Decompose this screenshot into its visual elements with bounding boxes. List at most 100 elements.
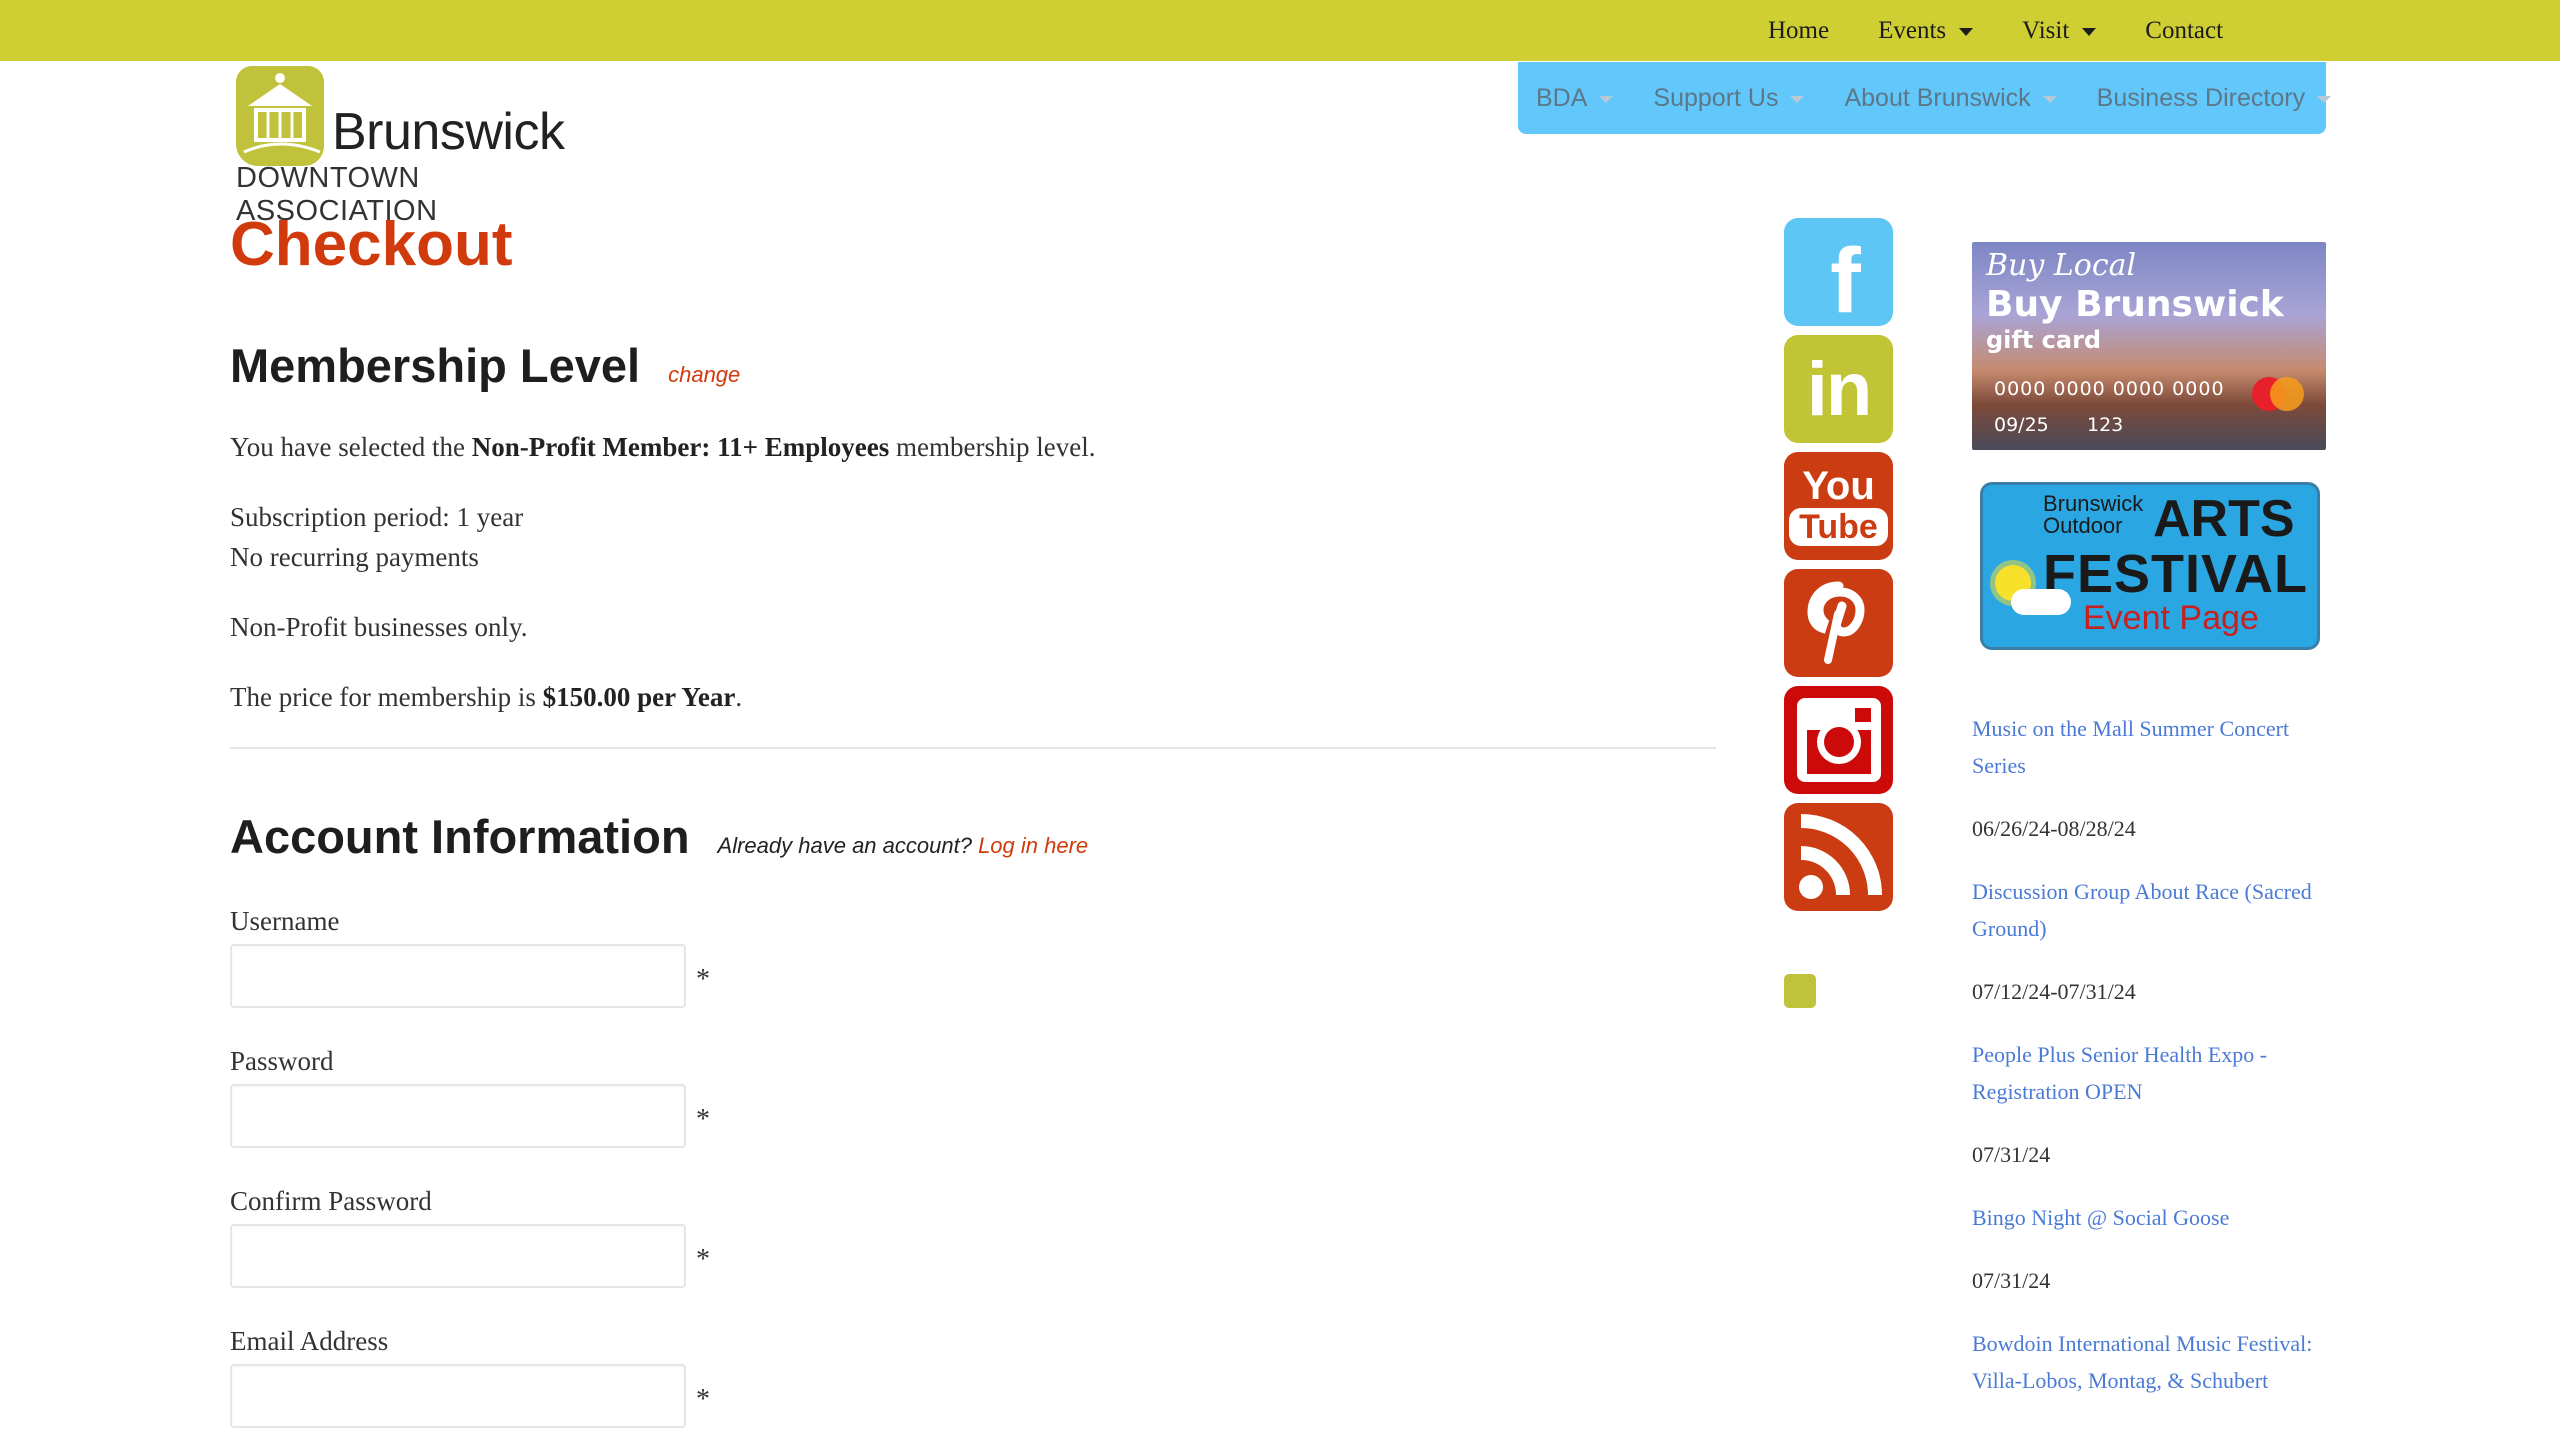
gift-card-number: 0000 0000 0000 0000	[1994, 378, 2225, 400]
account-form: Username * Password * Confirm Password *…	[230, 904, 1716, 1428]
gift-card-expiry: 09/25	[1994, 414, 2049, 436]
arts-festival-banner[interactable]: Brunswick Outdoor ARTS FESTIVAL Event Pa…	[1980, 482, 2320, 650]
password-field-group: Password *	[230, 1044, 1716, 1148]
nav-business-directory[interactable]: Business Directory	[2096, 83, 2332, 113]
email-input[interactable]	[230, 1364, 686, 1428]
caret-down-icon	[2317, 96, 2332, 103]
top-nav-events[interactable]: Events	[1878, 16, 1974, 45]
site-logo[interactable]: Brunswick DOWNTOWN ASSOCIATION	[232, 64, 592, 227]
account-heading: Account Information	[230, 810, 690, 863]
caret-down-icon	[1599, 96, 1614, 103]
mastercard-icon-overlap	[2270, 377, 2304, 411]
caret-down-icon	[2082, 28, 2097, 36]
top-nav-home-label: Home	[1768, 16, 1830, 44]
subscription-info: Subscription period: 1 year No recurring…	[230, 497, 1716, 577]
selected-prefix: You have selected the	[230, 432, 472, 462]
youtube-link[interactable]: You Tube	[1784, 452, 1893, 560]
event-item: Bowdoin International Music Festival: Vi…	[1972, 1325, 2326, 1399]
top-bar: Home Events Visit Contact	[0, 0, 2560, 61]
confirm-password-label: Confirm Password	[230, 1186, 432, 1216]
nav-support-us-label: Support Us	[1653, 83, 1779, 112]
email-field-group: Email Address *	[230, 1324, 1716, 1428]
logo-wordmark: Brunswick	[332, 103, 565, 161]
linkedin-icon: in	[1806, 346, 1873, 432]
event-item: Discussion Group About Race (Sacred Grou…	[1972, 873, 2326, 1010]
top-nav-visit-label: Visit	[2022, 16, 2070, 44]
gift-card-line2: Buy Brunswick	[1986, 284, 2284, 325]
cloud-icon	[2011, 589, 2071, 615]
rss-icon	[1798, 814, 1882, 899]
gift-card-line1: Buy Local	[1986, 248, 2137, 283]
youtube-icon-bottom: Tube	[1789, 508, 1888, 546]
password-input[interactable]	[230, 1084, 686, 1148]
selected-level-name: Non-Profit Member: 11+ Employees	[471, 432, 890, 462]
login-link[interactable]: Log in here	[978, 833, 1088, 858]
pinterest-icon	[1806, 581, 1865, 664]
event-title-link[interactable]: People Plus Senior Health Expo - Registr…	[1972, 1036, 2326, 1110]
rss-link[interactable]	[1784, 803, 1893, 911]
level-description: Non-Profit businesses only.	[230, 612, 528, 642]
gazebo-mini-icon	[1784, 974, 1816, 1008]
right-sidebar: Buy Local Buy Brunswick gift card 0000 0…	[1972, 242, 2326, 1399]
events-list: Music on the Mall Summer Concert Series …	[1972, 710, 2326, 1399]
instagram-link[interactable]	[1784, 686, 1893, 794]
username-input[interactable]	[230, 944, 686, 1008]
gift-card-line3: gift card	[1986, 326, 2102, 354]
membership-heading: Membership Level	[230, 339, 641, 392]
page-title: Checkout	[230, 210, 513, 279]
linkedin-link[interactable]: in	[1784, 335, 1893, 443]
username-field-group: Username *	[230, 904, 1716, 1008]
nav-about-brunswick[interactable]: About Brunswick	[1844, 83, 2057, 113]
top-nav: Home Events Visit Contact	[1768, 0, 2272, 61]
event-title-link[interactable]: Music on the Mall Summer Concert Series	[1972, 710, 2326, 784]
required-mark: *	[696, 1384, 710, 1415]
required-mark: *	[696, 1244, 710, 1275]
membership-section-header: Membership Level change	[230, 338, 1716, 393]
secondary-nav: BDA Support Us About Brunswick Business …	[1518, 62, 2332, 134]
instagram-icon	[1796, 698, 1881, 782]
top-nav-home[interactable]: Home	[1768, 17, 1829, 45]
event-title-link[interactable]: Bowdoin International Music Festival: Vi…	[1972, 1325, 2326, 1399]
price-value: $150.00 per Year	[542, 682, 736, 712]
social-links: f in You Tube	[1784, 218, 1894, 920]
event-item: People Plus Senior Health Expo - Registr…	[1972, 1036, 2326, 1173]
gift-card-cvc: 123	[2087, 414, 2124, 436]
buy-brunswick-gift-card-banner[interactable]: Buy Local Buy Brunswick gift card 0000 0…	[1972, 242, 2326, 450]
nav-bda[interactable]: BDA	[1536, 83, 1614, 113]
change-level-link[interactable]: change	[668, 362, 740, 388]
nav-support-us[interactable]: Support Us	[1653, 83, 1805, 113]
arts-festival-small: Brunswick Outdoor	[2043, 491, 2144, 538]
top-nav-events-label: Events	[1878, 16, 1947, 44]
checkout-main: Checkout Membership Level change You hav…	[230, 200, 1716, 1428]
top-nav-contact[interactable]: Contact	[2145, 17, 2223, 45]
caret-down-icon	[1790, 96, 1805, 103]
top-nav-visit[interactable]: Visit	[2022, 16, 2097, 45]
nav-about-brunswick-label: About Brunswick	[1844, 83, 2031, 112]
email-label: Email Address	[230, 1326, 389, 1356]
nav-business-directory-label: Business Directory	[2096, 83, 2306, 112]
pinterest-link[interactable]	[1784, 569, 1893, 677]
confirm-password-input[interactable]	[230, 1224, 686, 1288]
event-date: 06/26/24-08/28/24	[1972, 816, 2136, 841]
section-divider	[230, 747, 1716, 749]
top-nav-contact-label: Contact	[2145, 16, 2224, 44]
caret-down-icon	[2042, 96, 2057, 103]
nav-bda-label: BDA	[1536, 83, 1588, 112]
required-mark: *	[696, 1104, 710, 1135]
event-date: 07/31/24	[1972, 1142, 2051, 1167]
selected-level-text: You have selected the Non-Profit Member:…	[230, 427, 1716, 467]
login-prompt-text: Already have an account?	[717, 833, 979, 858]
facebook-link[interactable]: f	[1784, 218, 1893, 326]
login-prompt: Already have an account? Log in here	[718, 833, 1089, 859]
recurring-info: No recurring payments	[230, 542, 479, 572]
event-date: 07/12/24-07/31/24	[1972, 979, 2136, 1004]
price-text: The price for membership is $150.00 per …	[230, 677, 1716, 717]
password-label: Password	[230, 1046, 334, 1076]
subscription-period: Subscription period: 1 year	[230, 502, 524, 532]
event-date: 07/31/24	[1972, 1268, 2051, 1293]
event-title-link[interactable]: Discussion Group About Race (Sacred Grou…	[1972, 873, 2326, 947]
event-item: Music on the Mall Summer Concert Series …	[1972, 710, 2326, 847]
event-title-link[interactable]: Bingo Night @ Social Goose	[1972, 1199, 2326, 1236]
price-prefix: The price for membership is	[230, 682, 543, 712]
selected-suffix: membership level.	[889, 432, 1096, 462]
